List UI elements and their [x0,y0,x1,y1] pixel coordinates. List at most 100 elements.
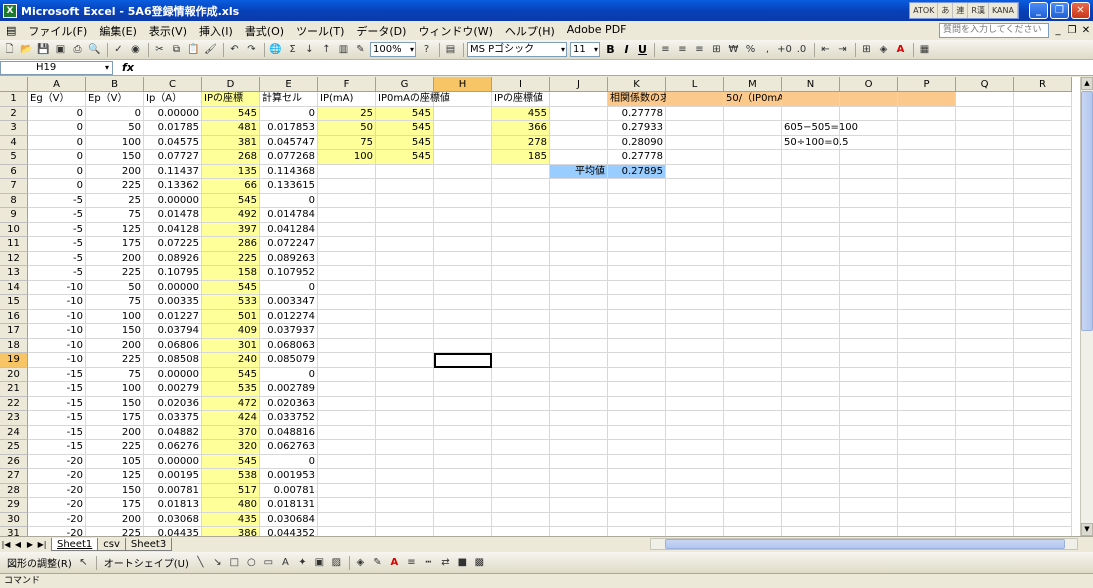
line-color-icon[interactable]: ✎ [370,555,385,570]
cell[interactable] [898,237,956,252]
cell[interactable] [666,92,724,107]
row-header[interactable]: 4 [0,135,28,150]
cell[interactable] [492,454,550,469]
cell[interactable]: 0.001953 [260,469,318,484]
cell[interactable]: 0.018131 [260,498,318,513]
cell[interactable] [492,222,550,237]
menu-item[interactable]: 挿入(I) [193,23,239,39]
hyperlink-icon[interactable]: 🌐 [268,42,283,57]
cell[interactable]: 0.045747 [260,135,318,150]
cell[interactable]: 125 [86,222,144,237]
column-header-a[interactable]: A [28,77,86,92]
row-header[interactable]: 20 [0,367,28,382]
cell[interactable]: 0.089263 [260,251,318,266]
cell[interactable]: 0 [260,454,318,469]
cell[interactable] [376,237,434,252]
cell[interactable] [608,512,666,527]
cell[interactable] [434,425,492,440]
cell[interactable]: -15 [28,440,86,455]
cell[interactable] [782,469,840,484]
cell[interactable] [1014,295,1072,310]
cell[interactable] [1014,266,1072,281]
doc-restore-button[interactable]: ❐ [1065,25,1079,36]
row-header[interactable]: 18 [0,338,28,353]
cell[interactable] [782,483,840,498]
save-icon[interactable]: 💾 [36,42,51,57]
cell[interactable]: 0.27933 [608,121,666,136]
cell[interactable] [724,454,782,469]
cell[interactable] [840,164,898,179]
cell[interactable]: 75 [86,367,144,382]
cell[interactable] [1014,324,1072,339]
column-header-n[interactable]: N [782,77,840,92]
column-header-q[interactable]: Q [956,77,1014,92]
cell[interactable] [840,251,898,266]
cell[interactable]: 50÷100=0.5 [782,135,848,150]
cell[interactable] [376,382,434,397]
cell[interactable] [376,222,434,237]
cell[interactable] [666,382,724,397]
cell[interactable] [840,411,898,426]
cell[interactable] [376,280,434,295]
cell[interactable] [550,527,608,536]
cell[interactable] [550,295,608,310]
cell[interactable] [434,222,492,237]
cell[interactable]: -15 [28,425,86,440]
oval-icon[interactable]: ○ [244,555,259,570]
cell[interactable] [840,121,898,136]
cell[interactable]: 545 [376,106,434,121]
cell[interactable] [434,92,492,107]
cell[interactable]: 0.114368 [260,164,318,179]
cell[interactable]: 0.02036 [144,396,202,411]
cell[interactable]: 545 [202,454,260,469]
cell[interactable] [782,237,840,252]
cell[interactable]: 50 [86,121,144,136]
cell[interactable] [956,193,1014,208]
ime-item[interactable]: R漢 [968,3,989,18]
ime-item[interactable]: 連 [953,3,969,18]
draw-menu[interactable]: 図形の調整(R) [3,555,76,570]
cell[interactable]: -20 [28,483,86,498]
cell[interactable]: 200 [86,512,144,527]
row-header[interactable]: 31 [0,527,28,536]
cell[interactable] [608,411,666,426]
arrow-style-icon[interactable]: ⇄ [438,555,453,570]
cell[interactable] [492,280,550,295]
cell[interactable] [434,454,492,469]
cell[interactable] [666,251,724,266]
cell[interactable] [1014,135,1072,150]
cell[interactable] [956,396,1014,411]
cell[interactable] [376,179,434,194]
cell[interactable] [318,396,376,411]
cell[interactable] [782,396,840,411]
cell[interactable] [724,367,782,382]
format-painter-icon[interactable]: 🖌 [203,42,218,57]
cell[interactable] [666,512,724,527]
cell[interactable]: 75 [318,135,376,150]
cell[interactable]: 0.04575 [144,135,202,150]
cell[interactable]: 381 [202,135,260,150]
cell[interactable] [434,208,492,223]
cell[interactable]: 0.07225 [144,237,202,252]
cell[interactable] [724,324,782,339]
copy-icon[interactable]: ⧉ [169,42,184,57]
cell[interactable] [782,266,840,281]
cell[interactable] [782,164,840,179]
pdf-convert-icon[interactable]: ▦ [917,42,932,57]
cell[interactable] [956,338,1014,353]
cell[interactable] [956,483,1014,498]
cell[interactable] [956,440,1014,455]
cell[interactable] [1014,309,1072,324]
cell[interactable]: 535 [202,382,260,397]
cell[interactable] [608,353,666,368]
sort-desc-icon[interactable]: ↑ [319,42,334,57]
cell[interactable]: 0 [28,179,86,194]
cell[interactable]: -10 [28,280,86,295]
cell[interactable] [956,208,1014,223]
cell[interactable] [608,295,666,310]
vertical-scrollbar[interactable]: ▲ ▼ [1080,77,1093,536]
cell[interactable]: -5 [28,237,86,252]
font-select[interactable]: MS Pゴシック [467,42,567,57]
cell[interactable] [434,237,492,252]
cell[interactable] [724,164,782,179]
